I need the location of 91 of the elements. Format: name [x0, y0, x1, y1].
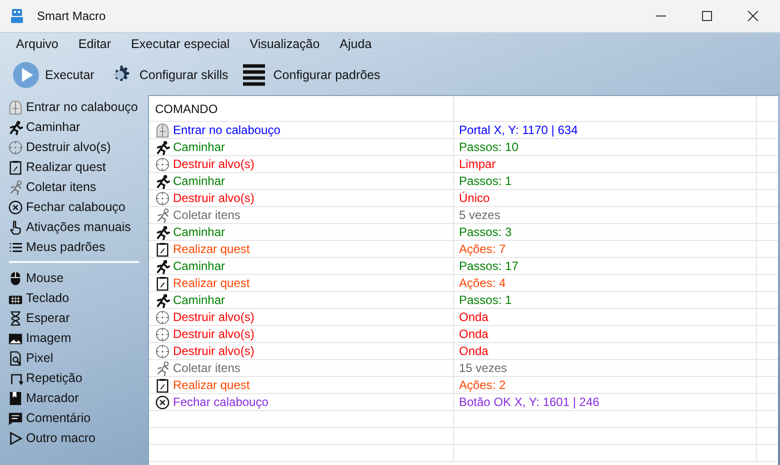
table-cell: Passos: 17: [454, 258, 757, 274]
crosshair-icon: [155, 156, 170, 172]
menu-item[interactable]: Editar: [68, 37, 122, 51]
sidebar-item[interactable]: Teclado: [0, 288, 70, 308]
clipboard-icon: [155, 378, 170, 392]
menu-item[interactable]: Arquivo: [6, 37, 68, 51]
table-cell: Caminhar: [149, 173, 454, 189]
table-cell: Fechar calabouço: [149, 394, 454, 410]
table-cell: Caminhar: [149, 139, 454, 155]
table-cell: 5 vezes: [454, 207, 757, 223]
sidebar-item[interactable]: Entrar no calabouço: [0, 97, 138, 117]
clipboard-icon: [155, 276, 170, 290]
sidebar-item[interactable]: Pixel: [0, 348, 54, 368]
sidebar-item[interactable]: Repetição: [0, 368, 82, 388]
table-cell: Portal X, Y: 1170 | 634: [454, 122, 757, 138]
sidebar-item[interactable]: Meus padrões: [0, 237, 106, 257]
sidebar-item[interactable]: Outro macro: [0, 428, 96, 448]
toolbar-button[interactable]: Executar: [10, 59, 96, 91]
clipboard-icon: [8, 160, 23, 174]
table-cell: Botão OK X, Y: 1601 | 246: [454, 394, 757, 410]
runner-outline-icon: [8, 180, 23, 194]
running-figure-icon: [8, 120, 23, 134]
table-cell: Realizar quest: [149, 241, 454, 257]
sidebar-item[interactable]: Comentário: [0, 408, 91, 428]
close-circle-icon: [8, 200, 23, 214]
gate-icon: [8, 100, 23, 114]
running-figure-icon: [155, 292, 170, 308]
table-cell: Limpar: [454, 156, 757, 172]
menu-item[interactable]: Visualização: [240, 37, 330, 51]
table-cell: Ações: 7: [454, 241, 757, 257]
magnifier-document-icon: [8, 350, 23, 366]
table-cell: Caminhar: [149, 224, 454, 240]
table-cell: Único: [454, 190, 757, 206]
crosshair-icon: [155, 190, 170, 206]
table-cell: Onda: [454, 326, 757, 342]
table-cell: Destruir alvo(s): [149, 343, 454, 359]
mouse-icon: [8, 270, 23, 286]
hourglass-icon: [8, 310, 23, 326]
table-cell: Destruir alvo(s): [149, 309, 454, 325]
crosshair-icon: [8, 140, 23, 154]
sidebar-item[interactable]: Mouse: [0, 268, 64, 288]
sidebar-item[interactable]: Imagem: [0, 328, 72, 348]
runner-outline-icon: [155, 208, 170, 222]
toolbar-button[interactable]: Configurar skills: [104, 59, 230, 91]
sidebar-item[interactable]: Coletar itens: [0, 177, 96, 197]
running-figure-icon: [155, 258, 170, 274]
table-cell: Coletar itens: [149, 207, 454, 223]
table-cell: Passos: 10: [454, 139, 757, 155]
sidebar-item[interactable]: Fechar calabouço: [0, 197, 126, 217]
crosshair-icon: [155, 326, 170, 342]
table-cell: Onda: [454, 309, 757, 325]
play-icon: [8, 430, 23, 446]
menu-item[interactable]: Executar especial: [121, 37, 240, 51]
table-cell: Destruir alvo(s): [149, 326, 454, 342]
sidebar-item[interactable]: Realizar quest: [0, 157, 106, 177]
runner-outline-icon: [155, 360, 170, 376]
crosshair-icon: [155, 310, 170, 324]
sidebar-item[interactable]: Caminhar: [0, 117, 80, 137]
window-title: Smart Macro: [37, 9, 107, 23]
sidebar-item[interactable]: Marcador: [0, 388, 79, 408]
clipboard-icon: [155, 242, 170, 256]
table-cell: Realizar quest: [149, 275, 454, 291]
table-cell: Caminhar: [149, 258, 454, 274]
crosshair-icon: [155, 344, 170, 358]
comment-icon: [8, 410, 23, 426]
running-figure-icon: [155, 174, 170, 188]
table-cell: Ações: 4: [454, 275, 757, 291]
table-cell: Destruir alvo(s): [149, 156, 454, 172]
table-cell: Caminhar: [149, 292, 454, 308]
table-cell: Passos: 1: [454, 292, 757, 308]
table-cell: Ações: 2: [454, 377, 757, 393]
play-icon: [12, 61, 40, 89]
table-cell: Onda: [454, 343, 757, 359]
table-cell: Passos: 3: [454, 224, 757, 240]
table-cell: Destruir alvo(s): [149, 190, 454, 206]
table-cell: Entrar no calabouço: [149, 122, 454, 138]
robot-icon: [9, 8, 25, 24]
bookmark-icon: [8, 390, 23, 406]
close-circle-icon: [155, 394, 170, 410]
sidebar-item[interactable]: Ativações manuais: [0, 217, 131, 237]
menu-item[interactable]: Ajuda: [330, 37, 382, 51]
table-cell: Realizar quest: [149, 377, 454, 393]
table-cell: Coletar itens: [149, 360, 454, 376]
column-header[interactable]: COMANDO: [149, 96, 454, 121]
sidebar-item[interactable]: Destruir alvo(s): [0, 137, 111, 157]
toolbar-button[interactable]: Configurar padrões: [238, 59, 382, 91]
sidebar-item[interactable]: Esperar: [0, 308, 70, 328]
table-cell: 15 vezes: [454, 360, 757, 376]
table-cell: Passos: 1: [454, 173, 757, 189]
running-figure-icon: [155, 140, 170, 154]
running-figure-icon: [155, 224, 170, 240]
